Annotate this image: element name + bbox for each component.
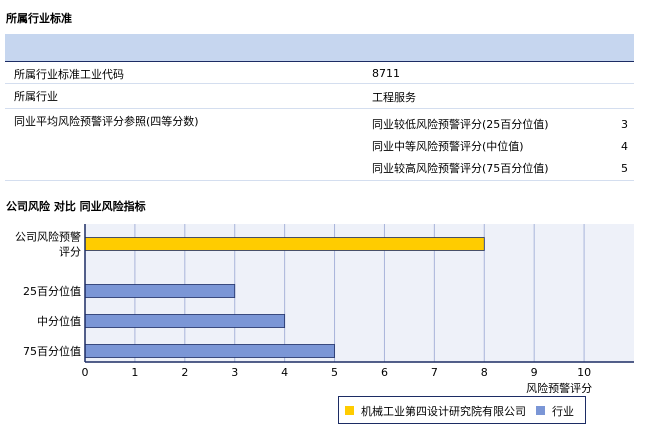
x-tick-label: 0 — [82, 366, 89, 379]
legend-label-industry: 行业 — [552, 405, 574, 418]
row-label: 所属行业 — [14, 90, 58, 103]
benchmark-label: 同业中等风险预警评分(中位值) — [372, 140, 524, 153]
category-label: 中分位值 — [37, 314, 81, 328]
x-tick-label: 6 — [381, 366, 388, 379]
benchmark-item: 同业中等风险预警评分(中位值) 4 — [372, 134, 628, 156]
risk-comparison-chart: 公司风险预警评分 25百分位值中分位值 75百分位值0 1 2 3 4 5 6 7 8 9 10 风险预警… — [15, 224, 634, 393]
table-row-benchmark: 同业平均风险预警评分参照(四等分数) 同业较低风险预警评分(25百分位值) 3 … — [5, 109, 634, 181]
bar-company — [84, 237, 485, 251]
x-tick-label: 5 — [331, 366, 338, 379]
x-tick-label: 3 — [231, 366, 238, 379]
legend-swatch-company — [345, 406, 354, 415]
x-tick-label: 1 — [131, 366, 138, 379]
benchmark-item: 同业较高风险预警评分(75百分位值) 5 — [372, 156, 628, 178]
x-axis-title: 风险预警评分 — [526, 381, 592, 393]
x-tick-label: 10 — [577, 366, 591, 379]
x-tick-label: 7 — [431, 366, 438, 379]
benchmark-value: 4 — [621, 140, 628, 153]
row-value: 8711 — [372, 67, 400, 80]
bar-industry — [84, 344, 335, 358]
bar-industry — [84, 314, 286, 328]
table-row: 所属行业标准工业代码 8711 — [5, 62, 634, 84]
section-title-industry-standard: 所属行业标准 — [6, 12, 72, 25]
benchmark-label: 同业较高风险预警评分(75百分位值) — [372, 162, 549, 175]
legend-label-company: 机械工业第四设计研究院有限公司 — [361, 405, 526, 418]
bar-industry — [84, 284, 236, 298]
x-tick-label: 8 — [481, 366, 488, 379]
chart-legend: 机械工业第四设计研究院有限公司 行业 — [338, 396, 586, 424]
section-title-risk-comparison: 公司风险 对比 同业风险指标 — [6, 200, 146, 213]
legend-swatch-industry — [536, 406, 545, 415]
table-row: 所属行业 工程服务 — [5, 84, 634, 109]
table-header-bar — [5, 34, 634, 62]
industry-info-table: 所属行业标准工业代码 8711 所属行业 工程服务 同业平均风险预警评分参照(四… — [5, 34, 634, 181]
row-value: 工程服务 — [372, 91, 416, 104]
category-label: 25百分位值 — [23, 284, 81, 298]
x-tick-label: 4 — [281, 366, 288, 379]
x-tick-label: 2 — [181, 366, 188, 379]
row-label: 同业平均风险预警评分参照(四等分数) — [14, 115, 199, 128]
benchmark-value: 5 — [621, 162, 628, 175]
category-label: 评分 — [59, 246, 81, 259]
benchmark-item: 同业较低风险预警评分(25百分位值) 3 — [372, 112, 628, 134]
benchmark-label: 同业较低风险预警评分(25百分位值) — [372, 118, 549, 131]
x-tick-label: 9 — [531, 366, 538, 379]
benchmark-value: 3 — [621, 118, 628, 131]
row-label: 所属行业标准工业代码 — [14, 68, 124, 81]
category-label: 75百分位值 — [23, 344, 81, 358]
category-label: 公司风险预警 — [15, 230, 81, 244]
